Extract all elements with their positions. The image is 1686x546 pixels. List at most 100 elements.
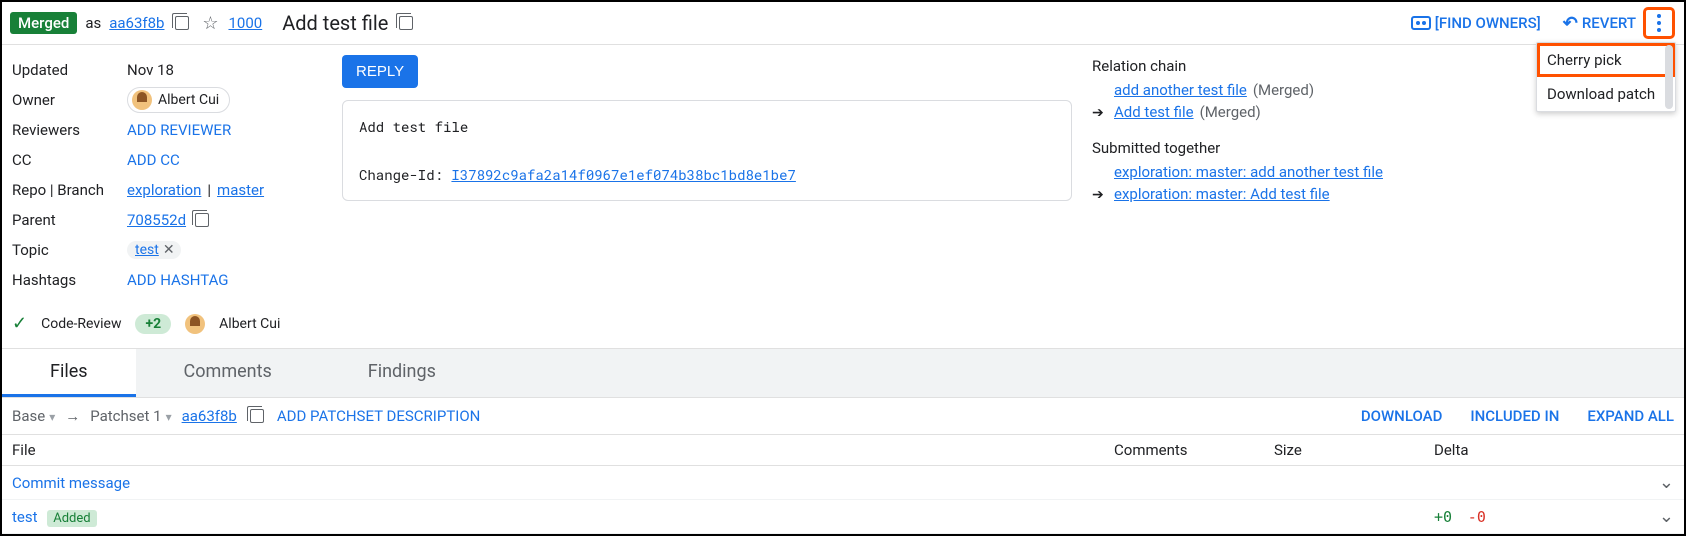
menu-item-cherry-pick[interactable]: Cherry pick: [1537, 43, 1675, 77]
find-owners-button[interactable]: [FIND OWNERS]: [1411, 14, 1541, 32]
arrow-right-icon: [65, 407, 80, 425]
pipe: |: [207, 181, 211, 199]
expand-row-icon[interactable]: [1634, 506, 1674, 527]
as-label: as: [85, 14, 101, 32]
expand-all-button[interactable]: EXPAND ALL: [1587, 407, 1674, 425]
base-selector[interactable]: Base: [12, 407, 55, 425]
included-in-button[interactable]: INCLUDED IN: [1470, 407, 1559, 425]
revert-button[interactable]: REVERT: [1563, 13, 1636, 34]
submitted-link[interactable]: exploration: master: Add test file: [1114, 185, 1330, 203]
more-actions-menu: Cherry pick Download patch: [1536, 42, 1676, 112]
tab-comments[interactable]: Comments: [136, 349, 320, 397]
code-review-label: Code-Review: [41, 316, 121, 332]
base-label: Base: [12, 407, 45, 425]
file-row: test Added +0 -0: [2, 500, 1684, 534]
patchset-selector[interactable]: Patchset 1: [90, 407, 171, 425]
relation-column: Relation chain add another test file (Me…: [1092, 55, 1472, 334]
check-icon: ✓: [12, 313, 27, 334]
more-actions-kebab[interactable]: [1644, 8, 1674, 38]
repo-link[interactable]: exploration: [127, 181, 201, 199]
submitted-item: exploration: master: add another test fi…: [1092, 163, 1472, 181]
copy-title-icon[interactable]: [396, 13, 416, 33]
commit-message-box: Add test file Change-Id: I37892c9afa2a14…: [342, 100, 1072, 201]
owner-name: Albert Cui: [158, 92, 219, 108]
change-title: Add test file: [282, 11, 388, 35]
voter-name: Albert Cui: [219, 316, 280, 332]
copy-hash-icon[interactable]: [172, 13, 192, 33]
delta-added: +0: [1434, 508, 1452, 526]
avatar: [132, 90, 152, 110]
arrow-icon: [1092, 103, 1108, 121]
file-link[interactable]: test: [12, 508, 38, 526]
vote-chip: +2: [135, 314, 171, 334]
topic-link[interactable]: test: [135, 242, 159, 258]
arrow-icon: [1092, 185, 1108, 203]
relation-link[interactable]: add another test file: [1114, 81, 1247, 99]
relation-chain-heading: Relation chain: [1092, 57, 1472, 75]
commit-hash-link[interactable]: aa63f8b: [109, 14, 164, 32]
add-hashtag-button[interactable]: ADD HASHTAG: [127, 271, 229, 289]
tab-findings[interactable]: Findings: [320, 349, 484, 397]
caret-down-icon: [49, 407, 55, 425]
owner-chip[interactable]: Albert Cui: [127, 87, 230, 113]
add-cc-button[interactable]: ADD CC: [127, 151, 180, 169]
col-size: Size: [1274, 441, 1434, 459]
owner-label: Owner: [12, 91, 127, 109]
col-comments: Comments: [1114, 441, 1274, 459]
robot-icon: [1411, 16, 1431, 30]
dropdown-scrollbar[interactable]: [1665, 45, 1673, 109]
relation-status: (Merged): [1253, 81, 1314, 99]
topic-remove-icon[interactable]: ✕: [163, 242, 175, 258]
submitted-link[interactable]: exploration: master: add another test fi…: [1114, 163, 1383, 181]
copy-patchset-hash-icon[interactable]: [247, 406, 267, 426]
expand-row-icon[interactable]: [1634, 472, 1674, 493]
branch-link[interactable]: master: [217, 181, 264, 199]
parent-label: Parent: [12, 211, 127, 229]
cc-label: CC: [12, 151, 127, 169]
relation-status: (Merged): [1200, 103, 1261, 121]
change-id-label: Change-Id:: [359, 165, 443, 184]
change-header: Merged as aa63f8b 1000 Add test file [FI…: [2, 2, 1684, 45]
copy-parent-icon[interactable]: [192, 210, 212, 230]
updated-label: Updated: [12, 61, 127, 79]
change-body: Updated Nov 18 Owner Albert Cui Reviewer…: [2, 45, 1684, 349]
commit-subject: Add test file: [359, 117, 468, 136]
added-badge: Added: [47, 510, 96, 527]
relation-link[interactable]: Add test file: [1114, 103, 1194, 121]
topic-label: Topic: [12, 241, 127, 259]
relation-item: add another test file (Merged): [1092, 81, 1472, 99]
parent-hash-link[interactable]: 708552d: [127, 211, 186, 229]
file-table-header: File Comments Size Delta: [2, 435, 1684, 466]
add-patchset-description-button[interactable]: ADD PATCHSET DESCRIPTION: [277, 407, 481, 425]
add-reviewer-button[interactable]: ADD REVIEWER: [127, 121, 231, 139]
submitted-together-heading: Submitted together: [1092, 139, 1472, 157]
relation-item: Add test file (Merged): [1092, 103, 1472, 121]
patchset-hash-link[interactable]: aa63f8b: [182, 407, 237, 425]
patchset-bar: Base Patchset 1 aa63f8b ADD PATCHSET DES…: [2, 398, 1684, 435]
metadata-column: Updated Nov 18 Owner Albert Cui Reviewer…: [12, 55, 322, 334]
topic-chip: test ✕: [127, 241, 181, 259]
caret-down-icon: [166, 407, 172, 425]
tab-bar: Files Comments Findings: [2, 349, 1684, 398]
change-number-link[interactable]: 1000: [228, 14, 262, 32]
star-icon[interactable]: [200, 13, 220, 33]
tab-files[interactable]: Files: [2, 349, 136, 397]
col-file: File: [12, 441, 1114, 459]
find-owners-label: [FIND OWNERS]: [1435, 14, 1541, 32]
labels-row: ✓ Code-Review +2 Albert Cui: [12, 313, 322, 334]
patchset-label: Patchset 1: [90, 407, 161, 425]
repo-branch-label: Repo | Branch: [12, 181, 127, 199]
file-link[interactable]: Commit message: [12, 474, 130, 492]
file-row: Commit message: [2, 466, 1684, 500]
submitted-item: exploration: master: Add test file: [1092, 185, 1472, 203]
message-column: REPLY Add test file Change-Id: I37892c9a…: [342, 55, 1072, 334]
reply-button[interactable]: REPLY: [342, 55, 418, 88]
menu-item-download-patch[interactable]: Download patch: [1537, 77, 1675, 111]
updated-value: Nov 18: [127, 61, 174, 79]
change-id-link[interactable]: I37892c9afa2a14f0967e1ef074b38bc1bd8e1be…: [451, 165, 795, 184]
status-badge: Merged: [10, 12, 77, 34]
hashtags-label: Hashtags: [12, 271, 127, 289]
download-button[interactable]: DOWNLOAD: [1361, 407, 1443, 425]
revert-label: REVERT: [1582, 14, 1636, 32]
reviewers-label: Reviewers: [12, 121, 127, 139]
